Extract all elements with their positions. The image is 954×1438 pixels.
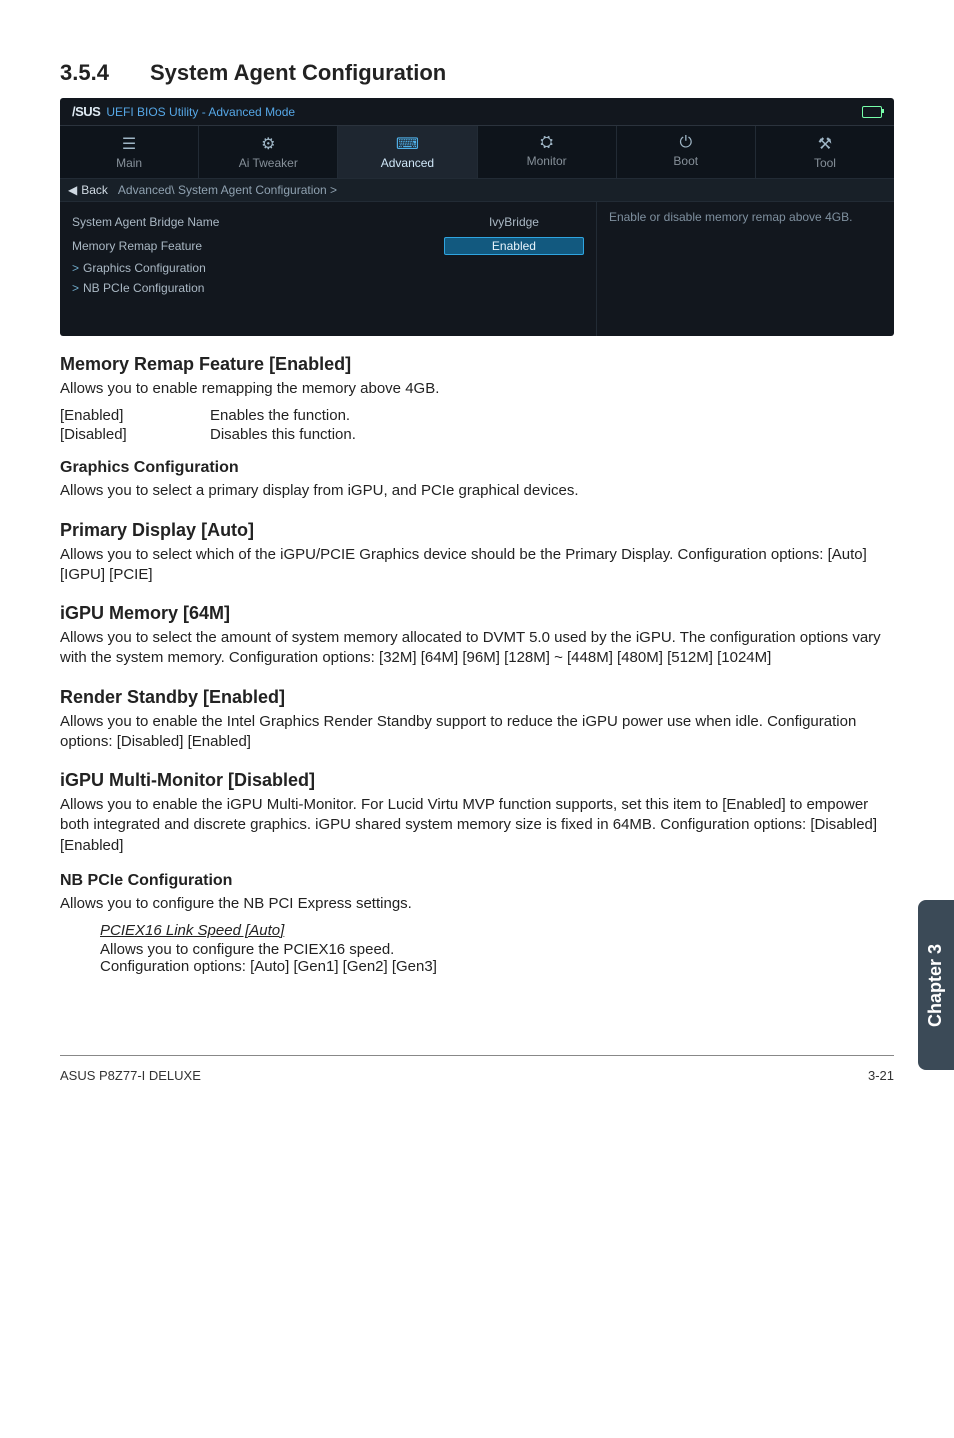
tab-advanced[interactable]: ⌨ Advanced: [338, 126, 477, 178]
tool-icon: ⚒: [756, 134, 894, 154]
bios-help-text: Enable or disable memory remap above 4GB…: [609, 210, 882, 224]
link-graphics-config[interactable]: > Graphics Configuration: [72, 258, 584, 278]
power-icon: ⏻: [617, 134, 755, 152]
caret-right-icon: >: [72, 261, 79, 275]
tab-label: Tool: [814, 156, 836, 170]
ai-tweaker-icon: ⚙: [199, 134, 337, 154]
back-arrow-icon: ◀: [68, 183, 77, 197]
tab-ai-tweaker[interactable]: ⚙ Ai Tweaker: [199, 126, 338, 178]
section-number: 3.5.4: [60, 60, 150, 86]
tab-label: Boot: [673, 154, 698, 168]
sub-desc-line2: Configuration options: [Auto] [Gen1] [Ge…: [100, 958, 894, 975]
tab-label: Ai Tweaker: [239, 156, 298, 170]
bios-logo: /SUS: [72, 104, 100, 119]
row-bridge-name: System Agent Bridge NameIvyBridge: [72, 210, 584, 234]
bios-screenshot: /SUS UEFI BIOS Utility - Advanced Mode ☰…: [60, 98, 894, 336]
back-button[interactable]: ◀ Back: [68, 183, 108, 197]
bios-tabs: ☰ Main ⚙ Ai Tweaker ⌨ Advanced ⛭ Monitor ⏻ Bo…: [60, 126, 894, 178]
tab-label: Advanced: [381, 156, 434, 170]
heading-graphics-config: Graphics Configuration: [60, 459, 894, 477]
heading-igpu-memory: iGPU Memory [64M]: [60, 603, 894, 624]
bios-help-pane: Enable or disable memory remap above 4GB…: [596, 202, 894, 336]
option-value: Disables this function.: [210, 426, 356, 443]
tab-boot[interactable]: ⏻ Boot: [617, 126, 756, 178]
chapter-label: Chapter 3: [926, 943, 947, 1026]
link-label: Graphics Configuration: [83, 261, 206, 275]
tab-tool[interactable]: ⚒ Tool: [756, 126, 894, 178]
desc-igpu-multimonitor: Allows you to enable the iGPU Multi-Moni…: [60, 795, 894, 856]
option-key: [Disabled]: [60, 426, 210, 443]
heading-primary-display: Primary Display [Auto]: [60, 520, 894, 541]
link-nb-pcie-config[interactable]: > NB PCIe Configuration: [72, 278, 584, 298]
page-footer: ASUS P8Z77-I DELUXE 3-21: [0, 1056, 954, 1113]
heading-nb-pcie: NB PCIe Configuration: [60, 872, 894, 890]
desc-nb-pcie: Allows you to configure the NB PCI Expre…: [60, 894, 894, 914]
heading-render-standby: Render Standby [Enabled]: [60, 687, 894, 708]
desc-igpu-memory: Allows you to select the amount of syste…: [60, 628, 894, 669]
subheading-pciex16: PCIEX16 Link Speed [Auto]: [100, 922, 894, 939]
monitor-icon: ⛭: [478, 134, 616, 152]
breadcrumb: Advanced\ System Agent Configuration >: [118, 183, 337, 197]
tab-label: Main: [116, 156, 142, 170]
heading-memory-remap: Memory Remap Feature [Enabled]: [60, 354, 894, 375]
option-row: [Enabled]Enables the function.: [60, 407, 894, 424]
setting-value: IvyBridge: [444, 213, 584, 231]
list-icon: ☰: [60, 134, 198, 154]
option-key: [Enabled]: [60, 407, 210, 424]
bios-title: UEFI BIOS Utility - Advanced Mode: [106, 105, 295, 119]
desc-render-standby: Allows you to enable the Intel Graphics …: [60, 712, 894, 753]
tab-label: Monitor: [527, 154, 567, 168]
link-label: NB PCIe Configuration: [83, 281, 204, 295]
bios-settings-pane: System Agent Bridge NameIvyBridge Memory…: [60, 202, 596, 336]
setting-key: Memory Remap Feature: [72, 239, 444, 253]
desc-graphics-config: Allows you to select a primary display f…: [60, 481, 894, 501]
chip-icon: ⌨: [338, 134, 476, 154]
option-row: [Disabled]Disables this function.: [60, 426, 894, 443]
chapter-side-tab: Chapter 3: [918, 900, 954, 1070]
bios-titlebar: /SUS UEFI BIOS Utility - Advanced Mode: [60, 98, 894, 126]
option-value: Enables the function.: [210, 407, 350, 424]
tab-main[interactable]: ☰ Main: [60, 126, 199, 178]
tab-monitor[interactable]: ⛭ Monitor: [478, 126, 617, 178]
sub-desc-line1: Allows you to configure the PCIEX16 spee…: [100, 941, 894, 958]
back-label: Back: [81, 183, 108, 197]
battery-icon: [862, 106, 882, 118]
section-title: System Agent Configuration: [150, 60, 446, 85]
section-heading: 3.5.4System Agent Configuration: [60, 60, 894, 86]
setting-value: Enabled: [444, 237, 584, 255]
footer-left: ASUS P8Z77-I DELUXE: [60, 1068, 201, 1083]
bios-breadcrumb-bar: ◀ Back Advanced\ System Agent Configurati…: [60, 178, 894, 202]
desc-memory-remap: Allows you to enable remapping the memor…: [60, 379, 894, 399]
caret-right-icon: >: [72, 281, 79, 295]
row-memory-remap[interactable]: Memory Remap FeatureEnabled: [72, 234, 584, 258]
desc-primary-display: Allows you to select which of the iGPU/P…: [60, 545, 894, 586]
setting-key: System Agent Bridge Name: [72, 215, 444, 229]
heading-igpu-multimonitor: iGPU Multi-Monitor [Disabled]: [60, 770, 894, 791]
footer-right: 3-21: [868, 1068, 894, 1083]
